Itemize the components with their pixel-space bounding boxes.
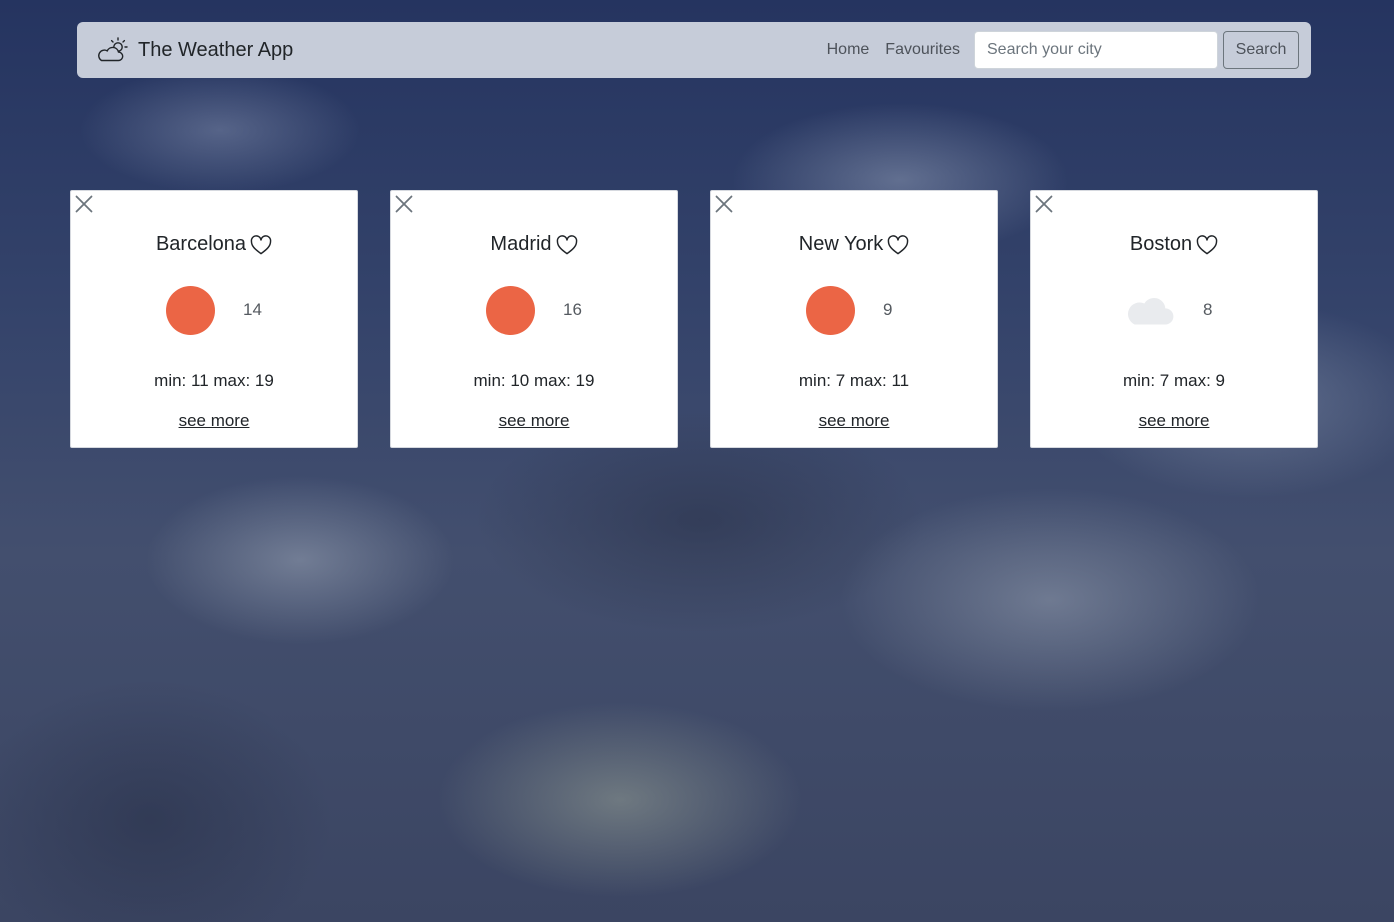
sun-disc xyxy=(805,285,855,335)
search-button[interactable]: Search xyxy=(1223,31,1299,69)
city-header: Madrid xyxy=(391,233,677,256)
weather-row: 8 xyxy=(1031,285,1317,335)
nav-right: Home Favourites Search xyxy=(827,31,1299,69)
navbar: The Weather App Home Favourites Search xyxy=(77,22,1311,78)
brand-link[interactable]: The Weather App xyxy=(96,36,293,64)
temperature: 8 xyxy=(1203,300,1213,319)
city-header: Barcelona xyxy=(71,233,357,256)
min-max-temperature: min: 10 max: 19 xyxy=(473,371,595,390)
sun-icon xyxy=(805,285,855,335)
heart-icon[interactable] xyxy=(1196,234,1218,255)
min-max-temperature: min: 7 max: 9 xyxy=(1122,371,1226,390)
close-icon[interactable] xyxy=(74,194,94,214)
sun-disc xyxy=(485,285,535,335)
temperature: 9 xyxy=(883,300,893,319)
city-card-new-york: New York 9 min: 7 max: 11 see more xyxy=(710,190,998,448)
city-name: Barcelona xyxy=(155,233,247,255)
city-header: New York xyxy=(711,233,997,256)
cloud-icon xyxy=(1125,285,1175,335)
city-name: Boston xyxy=(1129,233,1193,255)
city-name: New York xyxy=(798,233,884,255)
temperature: 16 xyxy=(563,300,582,319)
sun-disc xyxy=(165,285,215,335)
heart-icon[interactable] xyxy=(250,234,272,255)
close-icon[interactable] xyxy=(394,194,414,214)
min-max-temperature: min: 7 max: 11 xyxy=(798,371,910,390)
nav-favourites-link[interactable]: Favourites xyxy=(885,41,960,59)
app-title: The Weather App xyxy=(138,38,294,61)
city-card-barcelona: Barcelona 14 min: 11 max: 19 see more xyxy=(70,190,358,448)
see-more-link[interactable]: see more xyxy=(711,411,997,431)
close-icon[interactable] xyxy=(714,194,734,214)
sun-icon xyxy=(485,285,535,335)
weather-row: 16 xyxy=(391,285,677,335)
close-icon[interactable] xyxy=(1034,194,1054,214)
nav-home-link[interactable]: Home xyxy=(827,41,870,59)
city-name: Madrid xyxy=(490,233,552,255)
cloud-sun-icon xyxy=(96,36,128,64)
see-more-link[interactable]: see more xyxy=(391,411,677,431)
min-max-temperature: min: 11 max: 19 xyxy=(154,371,274,390)
city-card-boston: Boston 8 min: 7 max: 9 see more xyxy=(1030,190,1318,448)
weather-row: 14 xyxy=(71,285,357,335)
see-more-link[interactable]: see more xyxy=(1031,411,1317,431)
heart-icon[interactable] xyxy=(556,234,578,255)
city-card-madrid: Madrid 16 min: 10 max: 19 see more xyxy=(390,190,678,448)
heart-icon[interactable] xyxy=(887,234,909,255)
see-more-link[interactable]: see more xyxy=(71,411,357,431)
temperature: 14 xyxy=(243,300,262,319)
weather-row: 9 xyxy=(711,285,997,335)
city-header: Boston xyxy=(1031,233,1317,256)
city-search-input[interactable] xyxy=(974,31,1218,69)
sun-icon xyxy=(165,285,215,335)
